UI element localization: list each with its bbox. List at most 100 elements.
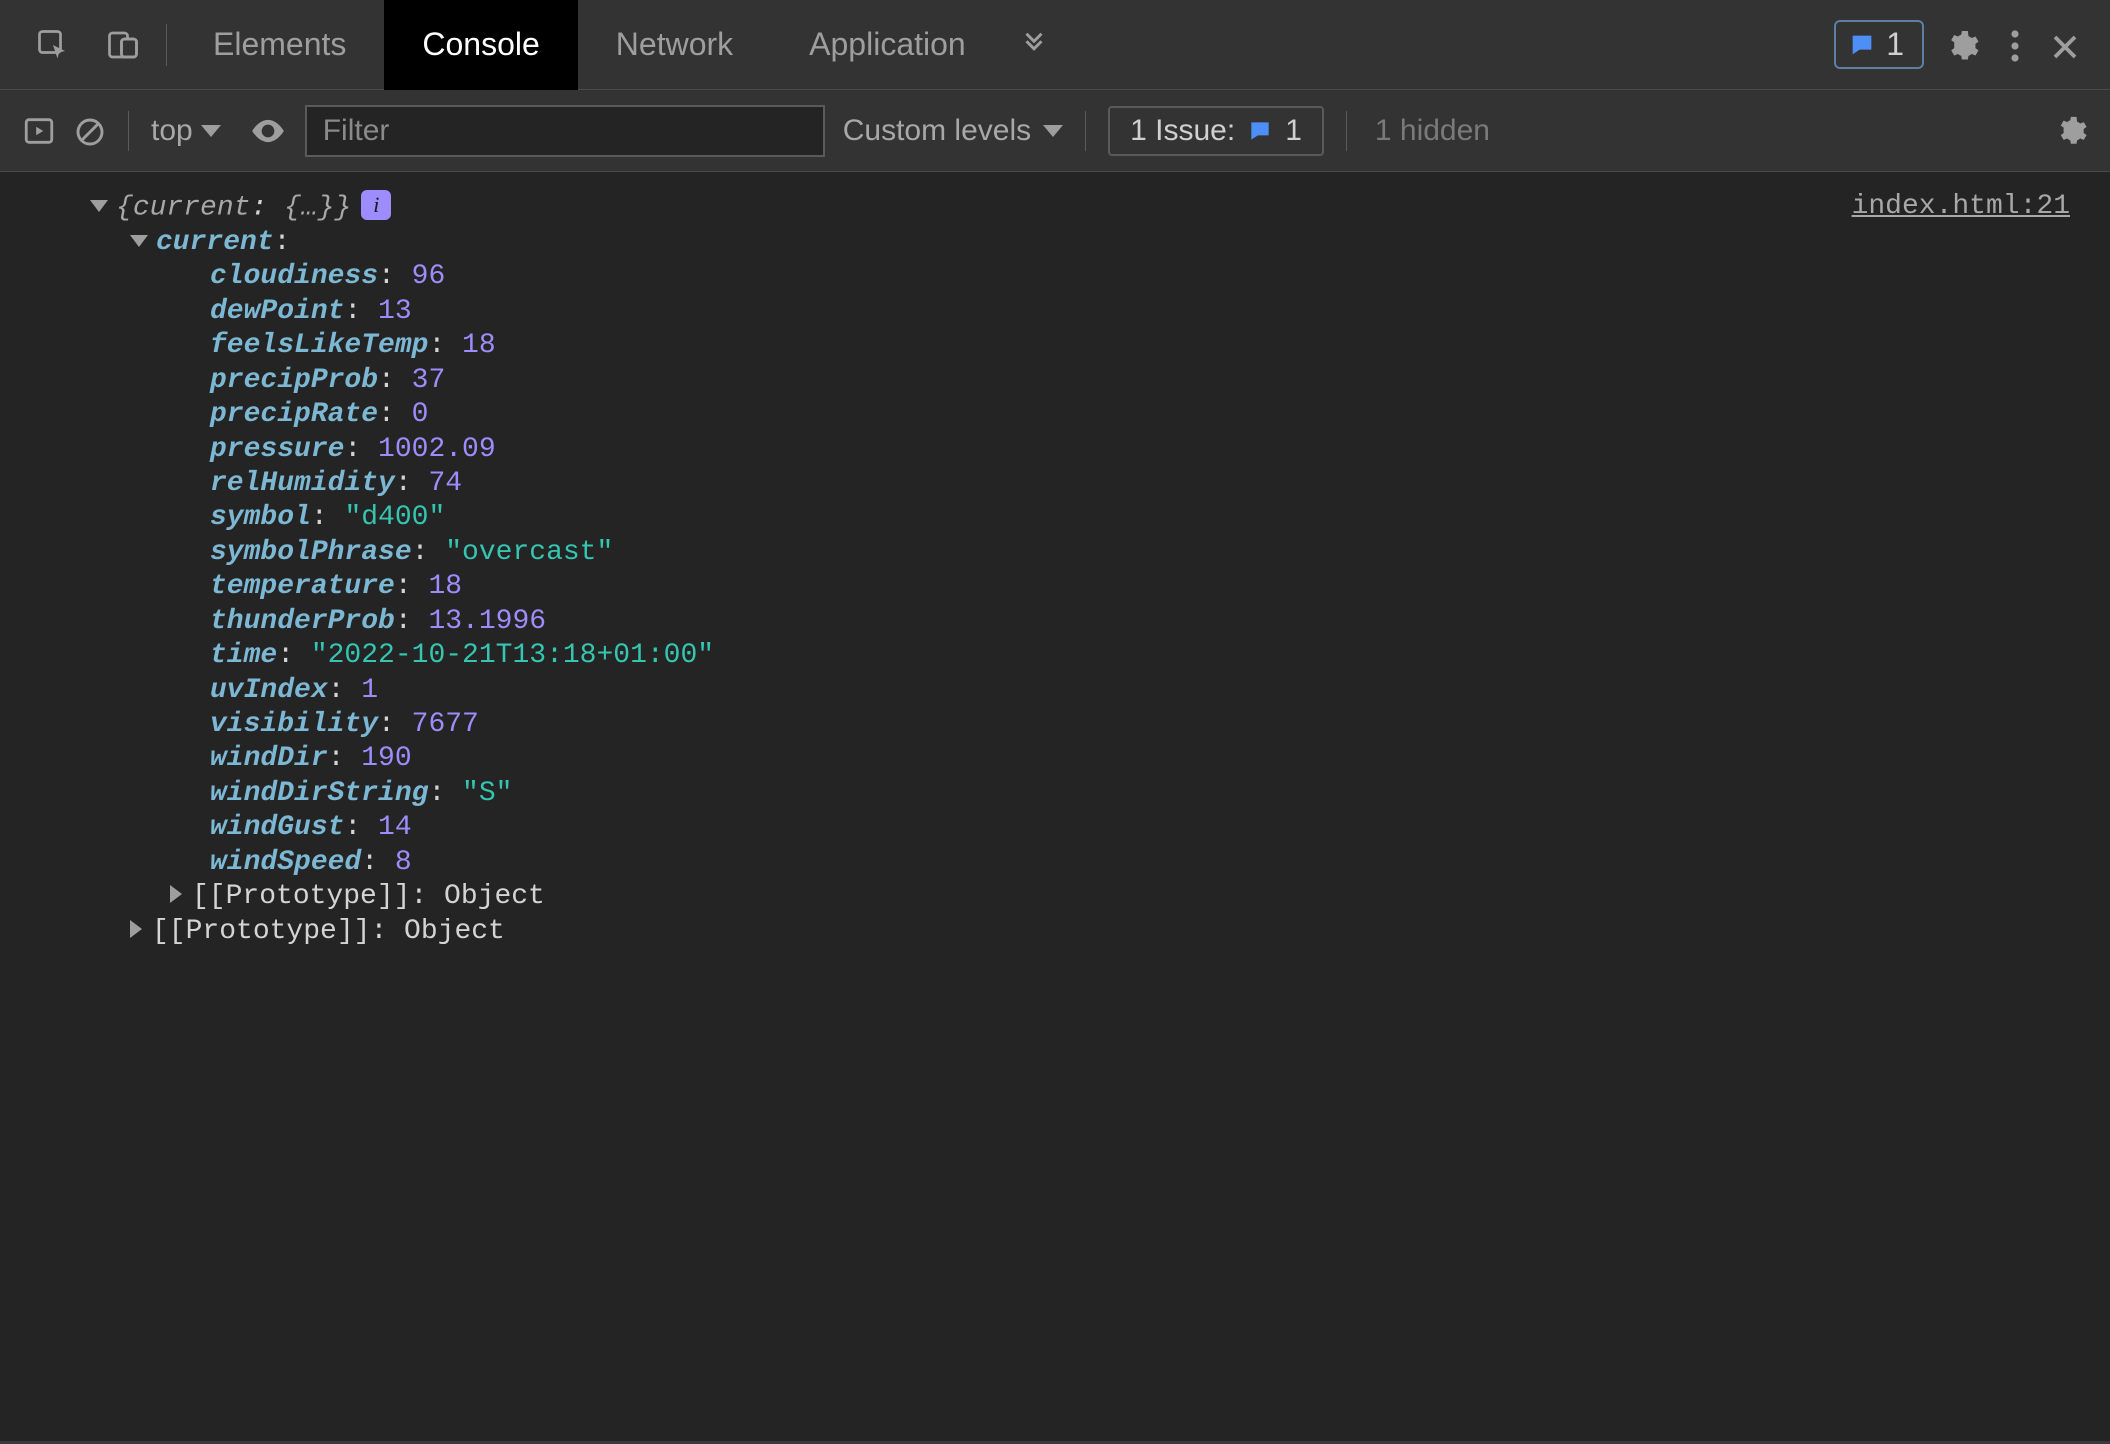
prototype-value: Object (404, 916, 505, 947)
brace-close: } (334, 192, 351, 223)
summary-preview: {…} (284, 192, 334, 223)
property-key: feelsLikeTemp (210, 330, 428, 361)
kebab-menu-icon[interactable] (2010, 25, 2020, 64)
property-value: "2022-10-21T13:18+01:00" (311, 640, 714, 671)
property-row[interactable]: pressure: 1002.09 (30, 433, 2080, 467)
issue-count: 1 (1886, 26, 1904, 63)
property-key: windDir (210, 743, 328, 774)
chevron-down-icon (1043, 125, 1063, 137)
property-row[interactable]: uvIndex: 1 (30, 674, 2080, 708)
tab-application[interactable]: Application (771, 0, 1004, 90)
disclosure-triangle-open-icon[interactable] (130, 235, 148, 247)
property-value: "S" (462, 778, 512, 809)
property-key: cloudiness (210, 261, 378, 292)
source-link[interactable]: index.html:21 (1852, 190, 2070, 224)
console-output: index.html:21 {current: {…}}i current: c… (0, 172, 2110, 1444)
tab-label: Network (616, 26, 733, 63)
object-summary-row[interactable]: {current: {…}}i (30, 190, 2080, 226)
close-icon[interactable] (2050, 26, 2080, 63)
property-key: precipRate (210, 399, 378, 430)
console-toolbar: top Custom levels 1 Issue: 1 1 hidden (0, 90, 2110, 172)
disclosure-triangle-closed-icon[interactable] (170, 885, 182, 903)
live-expression-icon[interactable] (249, 112, 287, 150)
disclosure-triangle-open-icon[interactable] (90, 200, 108, 212)
property-value: 0 (412, 399, 429, 430)
console-settings-icon[interactable] (2054, 113, 2088, 148)
filter-input[interactable] (305, 105, 825, 157)
property-row[interactable]: precipRate: 0 (30, 398, 2080, 432)
settings-icon[interactable] (1944, 25, 1980, 64)
more-tabs-icon[interactable] (1004, 0, 1064, 90)
property-value: 96 (412, 261, 446, 292)
inspect-element-icon[interactable] (18, 0, 88, 90)
property-value: 37 (412, 365, 446, 396)
property-value: 14 (378, 812, 412, 843)
tab-console[interactable]: Console (384, 0, 577, 90)
object-key-row[interactable]: current: (30, 226, 2080, 260)
disclosure-triangle-closed-icon[interactable] (130, 920, 142, 938)
issues-pill[interactable]: 1 (1834, 20, 1924, 69)
property-row[interactable]: symbolPhrase: "overcast" (30, 536, 2080, 570)
property-key: temperature (210, 571, 395, 602)
property-row[interactable]: time: "2022-10-21T13:18+01:00" (30, 639, 2080, 673)
prototype-row[interactable]: [[Prototype]]: Object (30, 880, 2080, 914)
separator (1346, 111, 1347, 151)
property-key: visibility (210, 709, 378, 740)
tab-label: Console (422, 26, 539, 63)
prototype-label: [[Prototype]] (192, 881, 410, 912)
prototype-label: [[Prototype]] (152, 916, 370, 947)
device-toolbar-icon[interactable] (88, 0, 158, 90)
property-row[interactable]: feelsLikeTemp: 18 (30, 329, 2080, 363)
property-value: 74 (428, 468, 462, 499)
property-value: "overcast" (445, 537, 613, 568)
property-value: 1002.09 (378, 434, 496, 465)
property-row[interactable]: windDirString: "S" (30, 777, 2080, 811)
separator (166, 24, 167, 66)
property-row[interactable]: windSpeed: 8 (30, 846, 2080, 880)
issues-button[interactable]: 1 Issue: 1 (1108, 106, 1324, 156)
log-level-select[interactable]: Custom levels (843, 114, 1063, 148)
property-row[interactable]: precipProb: 37 (30, 364, 2080, 398)
separator (128, 111, 129, 151)
property-value: 13 (378, 296, 412, 327)
property-key: windDirString (210, 778, 428, 809)
property-value: 190 (361, 743, 411, 774)
summary-key: current (133, 192, 251, 223)
brace-open: { (116, 192, 133, 223)
property-row[interactable]: relHumidity: 74 (30, 467, 2080, 501)
property-row[interactable]: thunderProb: 13.1996 (30, 605, 2080, 639)
chevron-down-icon (201, 125, 221, 137)
property-key: precipProb (210, 365, 378, 396)
prototype-row[interactable]: [[Prototype]]: Object (30, 915, 2080, 949)
property-row[interactable]: windGust: 14 (30, 811, 2080, 845)
property-row[interactable]: cloudiness: 96 (30, 260, 2080, 294)
tab-elements[interactable]: Elements (175, 0, 384, 90)
property-row[interactable]: windDir: 190 (30, 742, 2080, 776)
level-label: Custom levels (843, 114, 1031, 148)
issue-icon (1848, 31, 1876, 59)
property-key: symbolPhrase (210, 537, 412, 568)
toggle-sidebar-icon[interactable] (22, 113, 56, 148)
prototype-value: Object (444, 881, 545, 912)
property-value: 18 (428, 571, 462, 602)
execution-context-select[interactable]: top (151, 114, 221, 148)
tab-label: Elements (213, 26, 346, 63)
info-badge-icon[interactable]: i (361, 190, 391, 220)
property-key: time (210, 640, 277, 671)
property-key: pressure (210, 434, 344, 465)
context-label: top (151, 114, 193, 148)
tab-label: Application (809, 26, 966, 63)
property-row[interactable]: dewPoint: 13 (30, 295, 2080, 329)
property-key: symbol (210, 502, 311, 533)
property-row[interactable]: temperature: 18 (30, 570, 2080, 604)
issues-count: 1 (1285, 114, 1302, 148)
property-key: windGust (210, 812, 344, 843)
object-key: current (156, 227, 274, 258)
tab-network[interactable]: Network (578, 0, 771, 90)
property-key: thunderProb (210, 606, 395, 637)
property-key: uvIndex (210, 675, 328, 706)
hidden-messages[interactable]: 1 hidden (1375, 114, 1490, 148)
property-row[interactable]: symbol: "d400" (30, 501, 2080, 535)
clear-console-icon[interactable] (74, 113, 106, 147)
property-row[interactable]: visibility: 7677 (30, 708, 2080, 742)
